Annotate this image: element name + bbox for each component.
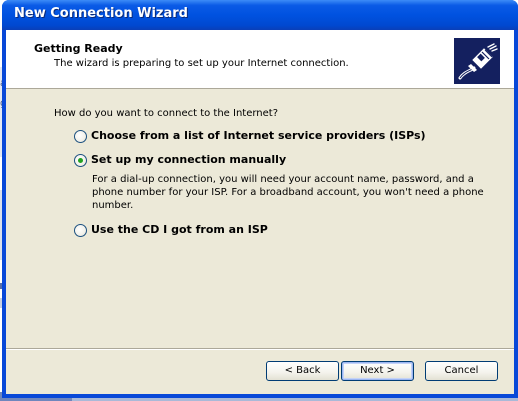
radio-isp-cd[interactable]	[74, 224, 87, 237]
title-bar[interactable]: New Connection Wizard	[2, 0, 518, 30]
back-button[interactable]: < Back	[266, 361, 339, 381]
option-manual-label: Set up my connection manually	[91, 153, 287, 166]
radio-selected-dot	[78, 158, 83, 163]
option-isp-cd-label: Use the CD I got from an ISP	[91, 223, 268, 236]
wizard-client-area: Getting Ready The wizard is preparing to…	[6, 30, 514, 394]
radio-isp-list[interactable]	[74, 130, 87, 143]
cancel-button[interactable]: Cancel	[425, 361, 498, 381]
wizard-header: Getting Ready The wizard is preparing to…	[6, 30, 514, 89]
option-isp-list-label: Choose from a list of Internet service p…	[91, 129, 426, 142]
wizard-window: New Connection Wizard Getting Ready The …	[2, 0, 518, 398]
page-subtitle: The wizard is preparing to set up your I…	[54, 58, 349, 69]
button-divider	[6, 348, 514, 350]
radio-manual[interactable]	[74, 154, 87, 167]
option-isp-list[interactable]: Choose from a list of Internet service p…	[74, 129, 444, 146]
next-button[interactable]: Next >	[341, 361, 414, 381]
connection-question: How do you want to connect to the Intern…	[54, 108, 279, 119]
option-manual[interactable]: Set up my connection manually	[74, 153, 324, 170]
network-cable-icon	[454, 38, 500, 84]
window-title: New Connection Wizard	[14, 6, 188, 21]
page-title: Getting Ready	[34, 42, 123, 55]
manual-description: For a dial-up connection, you will need …	[92, 174, 484, 211]
option-isp-cd[interactable]: Use the CD I got from an ISP	[74, 223, 304, 240]
